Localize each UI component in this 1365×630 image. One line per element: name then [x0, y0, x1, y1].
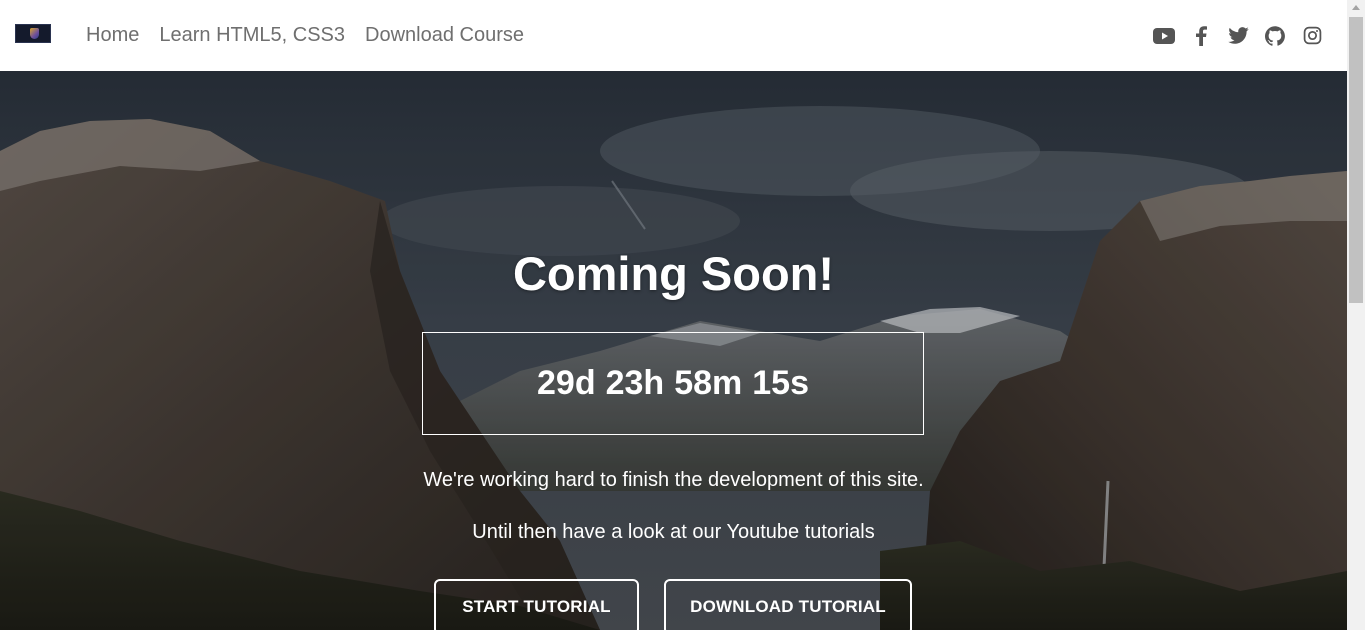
facebook-icon[interactable]	[1190, 25, 1212, 47]
description-line-1: We're working hard to finish the develop…	[423, 469, 924, 491]
page-title: Coming Soon!	[512, 247, 835, 300]
nav-link-download-course[interactable]: Download Course	[365, 24, 524, 47]
top-navbar: Home Learn HTML5, CSS3 Download Course	[0, 0, 1347, 71]
countdown-minutes: 58m	[674, 364, 743, 402]
countdown-timer: 29d 23h 58m 15s	[422, 332, 924, 435]
scrollbar-thumb[interactable]	[1349, 17, 1363, 303]
description-line-2: Until then have a look at our Youtube tu…	[472, 521, 875, 543]
nav-link-home[interactable]: Home	[86, 24, 139, 47]
youtube-icon[interactable]	[1153, 25, 1175, 47]
nav-links: Home Learn HTML5, CSS3 Download Course	[86, 0, 544, 71]
logo-emblem	[30, 28, 39, 39]
social-links	[1138, 0, 1323, 71]
countdown-days: 29d	[537, 364, 596, 402]
site-logo[interactable]	[15, 24, 51, 43]
coming-soon-content: Coming Soon! 29d 23h 58m 15s We're worki…	[0, 71, 1347, 630]
download-tutorial-button[interactable]: DOWNLOAD TUTORIAL	[664, 579, 912, 630]
instagram-icon[interactable]	[1301, 25, 1323, 47]
countdown-seconds: 15s	[752, 364, 809, 402]
hero-section: Coming Soon! 29d 23h 58m 15s We're worki…	[0, 71, 1347, 630]
countdown-hours: 23h	[605, 364, 665, 402]
vertical-scrollbar[interactable]	[1347, 0, 1365, 630]
nav-link-learn-html5-css3[interactable]: Learn HTML5, CSS3	[159, 24, 345, 47]
twitter-icon[interactable]	[1227, 25, 1249, 47]
start-tutorial-button[interactable]: START TUTORIAL	[434, 579, 639, 630]
github-icon[interactable]	[1264, 25, 1286, 47]
scroll-up-arrow-icon[interactable]	[1352, 5, 1360, 10]
